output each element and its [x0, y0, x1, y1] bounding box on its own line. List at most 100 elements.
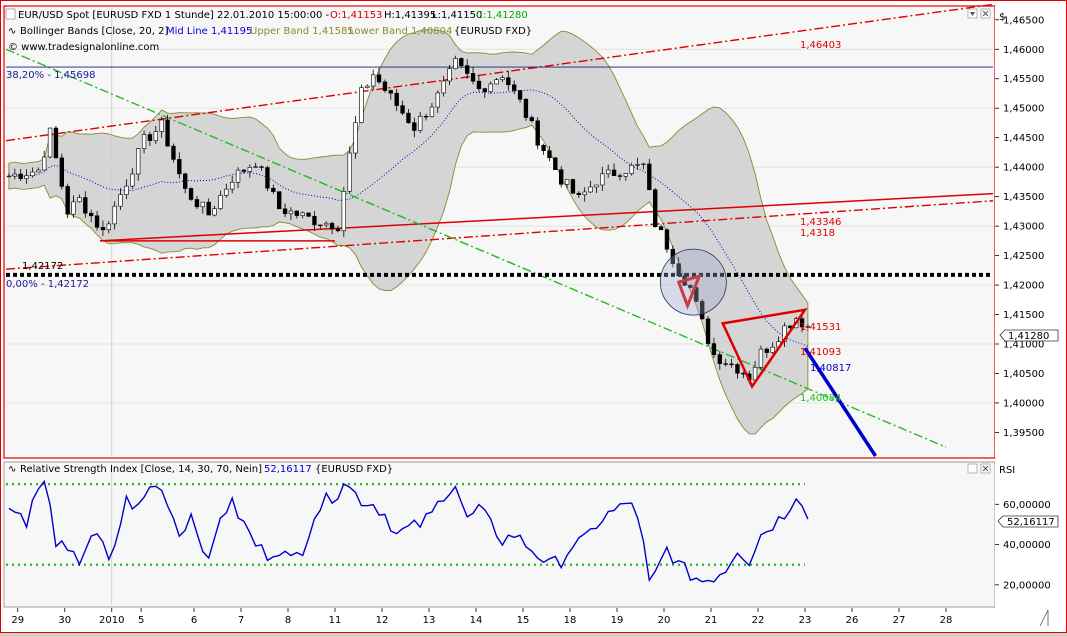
candle-body — [48, 128, 52, 157]
candle-body — [31, 172, 35, 176]
candle-body — [518, 90, 522, 99]
candle-body — [718, 355, 722, 364]
time-tick-label: 23 — [799, 615, 812, 626]
candle-body — [201, 202, 205, 207]
candle-body — [307, 213, 311, 216]
time-tick-label: 28 — [940, 615, 953, 626]
candle-body — [360, 88, 364, 123]
candle-body — [442, 81, 446, 93]
candle-body — [571, 179, 575, 193]
candle-body — [371, 75, 375, 86]
candle-body — [430, 107, 434, 116]
candle-body — [83, 198, 87, 214]
candle-body — [512, 85, 516, 91]
candle-body — [501, 78, 505, 80]
candle-body — [530, 118, 534, 121]
candle-body — [706, 319, 710, 344]
candle-body — [36, 170, 40, 172]
candle-body — [271, 188, 275, 191]
indicator-icon: ∿ — [8, 26, 16, 37]
candle-body — [736, 364, 740, 373]
candle-body — [160, 120, 164, 132]
rsi-axis[interactable]: RSI 20,0000040,0000060,00000 52,16117 — [995, 462, 1062, 607]
time-tick-label: 5 — [138, 615, 144, 626]
candle-body — [60, 158, 64, 186]
candle-body — [477, 81, 481, 88]
candle-body — [506, 78, 510, 85]
current-rsi-tag-value: 52,16117 — [1007, 517, 1055, 528]
price-panel[interactable]: 38,20% - 1,456980,00% - 1,421721,421721,… — [4, 4, 995, 458]
candle-body — [213, 209, 217, 215]
time-tick-label: 11 — [329, 615, 342, 626]
price-open: O:1,41153 — [330, 10, 382, 21]
candle-body — [113, 206, 117, 224]
time-tick-label: 7 — [238, 615, 244, 626]
rsi-panel-menu-icon[interactable] — [968, 464, 977, 473]
candle-body — [483, 89, 487, 92]
candle-body — [407, 113, 411, 123]
candle-body — [583, 192, 587, 195]
time-tick-label: 6 — [191, 615, 197, 626]
price-tick-label: 1,43000 — [1003, 222, 1044, 233]
candle-body — [25, 176, 29, 179]
candle-body — [260, 167, 264, 168]
candle-body — [647, 164, 651, 190]
candle-body — [230, 182, 234, 189]
candle-body — [66, 186, 70, 214]
price-close: C:1,41280 — [476, 10, 528, 21]
candle-body — [130, 174, 134, 186]
price-tick-label: 1,42500 — [1003, 251, 1044, 262]
candle-body — [166, 120, 170, 146]
candle-body — [95, 216, 99, 228]
candle-body — [377, 75, 381, 82]
candle-body — [412, 123, 416, 131]
candle-body — [154, 132, 158, 141]
candle-body — [277, 192, 281, 209]
green-line-value-label: 1,40084 — [800, 393, 841, 404]
candle-body — [665, 230, 669, 249]
channel-top-value-label: 1,46403 — [800, 40, 841, 51]
candle-body — [636, 164, 640, 165]
price-tick-label: 1,40000 — [1003, 398, 1044, 409]
candle-body — [183, 174, 187, 189]
time-tick-label: 13 — [423, 615, 436, 626]
rsi-panel[interactable]: ∿ Relative Strength Index [Close, 14, 30… — [4, 462, 995, 607]
copyright: © www.tradesignalonline.com — [8, 42, 159, 53]
fib-382-label: 38,20% - 1,45698 — [6, 70, 95, 81]
candle-body — [771, 347, 775, 352]
blue-line-value-label: 1,40817 — [810, 363, 851, 374]
candle-body — [765, 349, 769, 352]
time-tick-label: 19 — [611, 615, 624, 626]
candle-body — [148, 135, 152, 141]
time-tick-label: 12 — [376, 615, 389, 626]
price-tick-label: 1,45000 — [1003, 104, 1044, 115]
chart-symbol-icon — [6, 9, 15, 19]
price-tick-label: 1,41500 — [1003, 310, 1044, 321]
level-42172-label: 1,42172 — [22, 261, 63, 272]
candle-body — [336, 229, 340, 231]
price-high: H:1,41395 — [384, 10, 436, 21]
candle-body — [459, 58, 463, 65]
price-tick-label: 1,42000 — [1003, 281, 1044, 292]
candle-body — [7, 176, 11, 177]
candle-body — [759, 349, 763, 367]
candle-body — [330, 223, 334, 229]
candle-body — [236, 170, 240, 182]
bb-symbol: {EURUSD FXD} — [454, 26, 532, 37]
candle-body — [424, 116, 428, 117]
candle-body — [219, 195, 223, 208]
candle-body — [224, 189, 228, 195]
time-axis[interactable]: 2930201056781112131415181920212223262728 — [4, 608, 1062, 630]
candle-body — [101, 227, 105, 229]
candle-body — [107, 224, 111, 230]
triangle-top-value-label: 1,41531 — [800, 322, 841, 333]
rsi-indicator-icon: ∿ — [8, 464, 16, 475]
rsi-symbol: {EURUSD FXD} — [315, 464, 393, 475]
bb-lower: Lower Band 1,40804 — [349, 26, 452, 37]
candle-body — [248, 167, 252, 171]
price-axis[interactable]: $ 1,395001,400001,405001,410001,415001,4… — [995, 6, 1062, 458]
candle-body — [354, 123, 358, 154]
candle-body — [436, 93, 440, 107]
candle-body — [448, 69, 452, 81]
price-tick-label: 1,46500 — [1003, 15, 1044, 26]
